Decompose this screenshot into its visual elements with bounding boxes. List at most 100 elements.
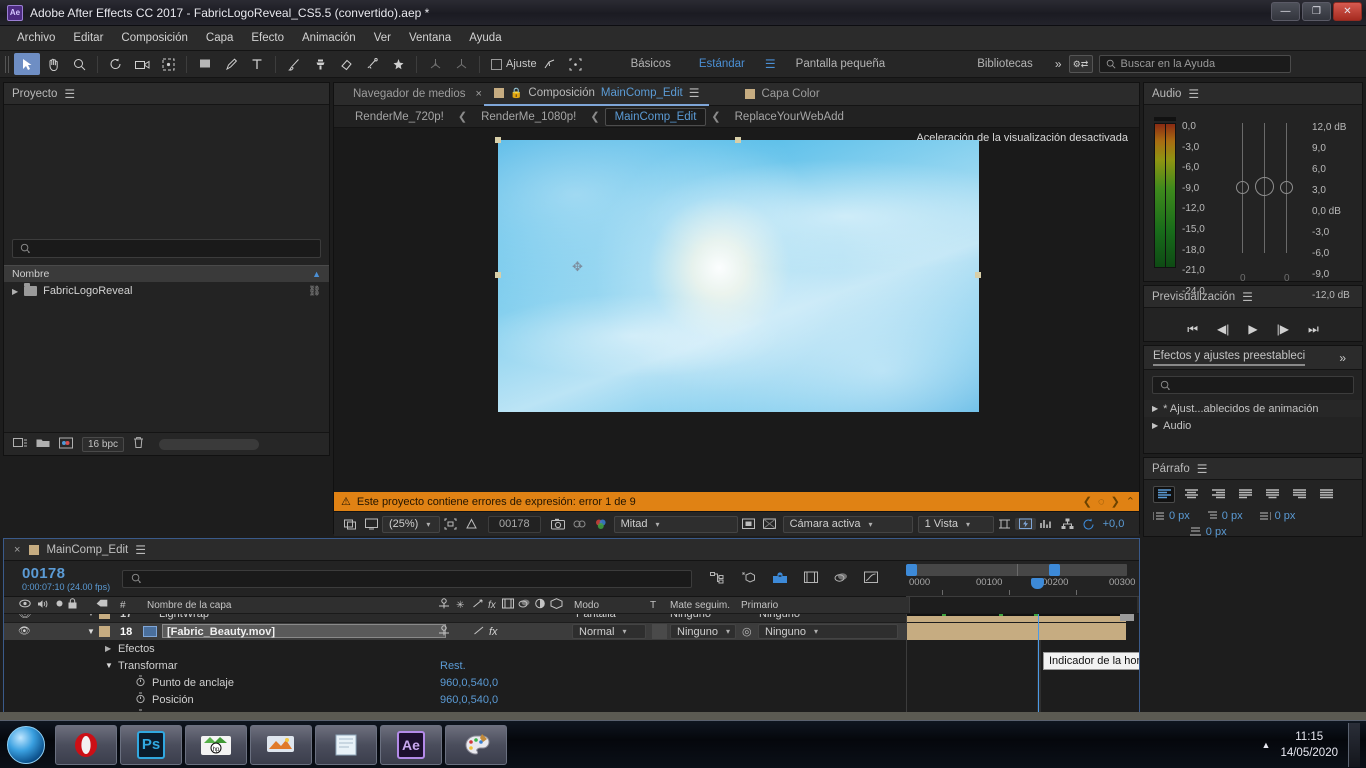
stopwatch-icon-posicion[interactable] [135, 692, 146, 707]
prev-error-icon[interactable]: ❮ [1083, 495, 1092, 508]
indent-first-line-field[interactable]: 0 px [1206, 510, 1243, 522]
disclosure-triangle-icon-transformar[interactable]: ▼ [105, 661, 113, 670]
timeline-ruler-ticks[interactable]: 0000 00100 00200 00300 [906, 577, 1139, 597]
justify-last-right-icon[interactable] [1288, 486, 1310, 503]
composition-mini-flowchart-icon[interactable] [710, 571, 725, 587]
workspace-basicos[interactable]: Básicos [617, 54, 685, 74]
timeline-panel-menu-icon[interactable]: ☰ [135, 543, 146, 557]
snapping-arrow-icon[interactable] [537, 53, 563, 75]
selection-handle-ml[interactable] [495, 272, 501, 278]
layer-track-matte[interactable]: Ninguno [670, 614, 711, 620]
new-composition-icon[interactable] [13, 437, 27, 452]
fader-knob-master[interactable] [1255, 177, 1274, 196]
sync-settings-icon[interactable]: ⚙⇄ [1068, 55, 1093, 73]
menu-efecto[interactable]: Efecto [242, 29, 293, 47]
parent-pick-whip-18[interactable] [438, 624, 450, 639]
current-time-indicator-head[interactable] [1031, 578, 1044, 589]
table-row[interactable]: Punto de anclaje 960,0,540,0 [4, 674, 906, 691]
layer-color-swatch-18[interactable] [99, 626, 110, 637]
selection-handle-mr[interactable] [975, 272, 981, 278]
selection-handle-tl[interactable] [495, 137, 501, 143]
tray-expand-icon[interactable]: ▲ [1262, 740, 1271, 750]
disclosure-triangle-icon-efectos[interactable]: ▶ [105, 644, 111, 653]
help-search-input[interactable]: Buscar en la Ayuda [1098, 55, 1291, 73]
roto-brush-tool-icon[interactable] [359, 53, 385, 75]
new-folder-icon[interactable] [36, 437, 50, 451]
indent-right-field[interactable]: 0 px [1259, 510, 1295, 522]
preview-panel-menu-icon[interactable]: ☰ [1242, 290, 1253, 304]
snapping-bbox-icon[interactable] [563, 53, 589, 75]
menu-editar[interactable]: Editar [64, 29, 112, 47]
tab-navegador-de-medios[interactable]: Navegador de medios [343, 83, 476, 106]
taskbar-media[interactable] [250, 724, 312, 765]
taskbar-opera[interactable] [55, 724, 117, 765]
take-snapshot-icon[interactable] [547, 518, 569, 530]
region-interest-toggle-icon[interactable] [738, 518, 759, 530]
timeline-current-time[interactable]: 00178 0:00:07:10 (24.00 fps) [4, 565, 122, 592]
video-toggle-18[interactable]: 👁 [18, 626, 31, 637]
property-value-punto-anclaje[interactable]: 960,0,540,0 [440, 677, 498, 689]
lock-switch-icon[interactable] [68, 598, 77, 612]
taskbar-paint[interactable] [445, 724, 507, 765]
current-time-field[interactable]: 00178 [488, 515, 541, 533]
property-value-posicion[interactable]: 960,0,540,0 [440, 694, 498, 706]
audio-panel-menu-icon[interactable]: ☰ [1188, 87, 1199, 101]
disclosure-triangle-icon-18[interactable]: ▼ [87, 627, 95, 636]
next-frame-icon[interactable]: |▶ [1277, 322, 1289, 336]
work-area-bar[interactable] [906, 564, 1127, 576]
menu-animacion[interactable]: Animación [293, 29, 365, 47]
timeline-tab[interactable]: × MainComp_Edit ☰ [4, 539, 1139, 561]
track-matte-select-18[interactable]: Ninguno ▾ [670, 624, 736, 639]
error-search-icon[interactable]: ◌ [1098, 496, 1105, 508]
disclosure-triangle-icon[interactable]: ▶ [12, 287, 18, 296]
eraser-tool-icon[interactable] [333, 53, 359, 75]
snap-toggle[interactable]: Ajuste [491, 58, 537, 70]
quality-switch-18[interactable] [473, 625, 485, 639]
always-preview-icon[interactable] [340, 518, 361, 530]
pen-tool-icon[interactable] [218, 53, 244, 75]
error-nav-controls[interactable]: ❮ ◌ ❯ ⌃ [1083, 492, 1135, 511]
subtab-maincomp-edit[interactable]: MainComp_Edit [604, 107, 707, 126]
align-left-icon[interactable] [1153, 486, 1175, 503]
show-snapshot-icon[interactable] [569, 518, 590, 530]
color-depth-button[interactable]: 16 bpc [82, 436, 125, 452]
justify-all-icon[interactable] [1315, 486, 1337, 503]
next-error-icon[interactable]: ❯ [1111, 495, 1120, 508]
layer-parent[interactable]: Ninguno [759, 614, 800, 620]
pan-behind-tool-icon[interactable] [155, 53, 181, 75]
timeline-ruler[interactable]: 0000 00100 00200 00300 [906, 561, 1139, 597]
menu-capa[interactable]: Capa [197, 29, 243, 47]
composition-panel-menu-icon[interactable]: ☰ [689, 86, 700, 100]
composition-viewer[interactable]: Aceleración de la visualización desactiv… [334, 128, 1139, 492]
column-header-layer-name[interactable]: Nombre de la capa [147, 600, 232, 611]
close-timeline-tab-icon[interactable]: × [14, 544, 22, 556]
taskbar-hp[interactable]: hp [185, 724, 247, 765]
close-tab-icon[interactable]: × [476, 88, 484, 100]
effects-item-audio[interactable]: ▶ Audio [1144, 417, 1362, 434]
disclosure-triangle-icon-3[interactable]: ▶ [1152, 421, 1158, 430]
paragraph-panel-menu-icon[interactable]: ☰ [1197, 462, 1208, 476]
previous-frame-icon[interactable]: ◀| [1217, 322, 1229, 336]
disclosure-triangle-icon[interactable]: ▼ [87, 614, 95, 618]
exposure-value[interactable]: +0,0 [1099, 518, 1129, 530]
subtab-renderme-720p[interactable]: RenderMe_720p! [346, 109, 453, 125]
tab-composicion-maincomp-edit[interactable]: 🔒 Composición MainComp_Edit ☰ [483, 83, 710, 106]
menu-archivo[interactable]: Archivo [8, 29, 64, 47]
fader-knob-left[interactable] [1236, 181, 1249, 194]
menu-ventana[interactable]: Ventana [400, 29, 460, 47]
graph-editor-icon[interactable] [864, 571, 878, 587]
clip-bar-18[interactable] [907, 623, 1126, 640]
window-controls[interactable]: — ❐ ✕ [1271, 2, 1362, 21]
text-tool-icon[interactable] [244, 53, 270, 75]
reset-exposure-icon[interactable] [1078, 518, 1099, 531]
menu-ayuda[interactable]: Ayuda [460, 29, 510, 47]
audio-meter-clip-indicator[interactable] [1154, 117, 1176, 121]
subtab-replaceyourwebadd[interactable]: ReplaceYourWebAdd [726, 109, 853, 125]
effects-search-input[interactable] [1152, 376, 1354, 394]
disclosure-triangle-icon-2[interactable]: ▶ [1152, 404, 1158, 413]
work-area-start-handle[interactable] [906, 564, 917, 576]
enable-motion-blur-icon[interactable] [834, 571, 848, 587]
project-search-input[interactable] [12, 239, 321, 258]
table-row[interactable]: ▶ Efectos [4, 640, 906, 657]
stopwatch-icon-anclaje[interactable] [135, 675, 146, 690]
